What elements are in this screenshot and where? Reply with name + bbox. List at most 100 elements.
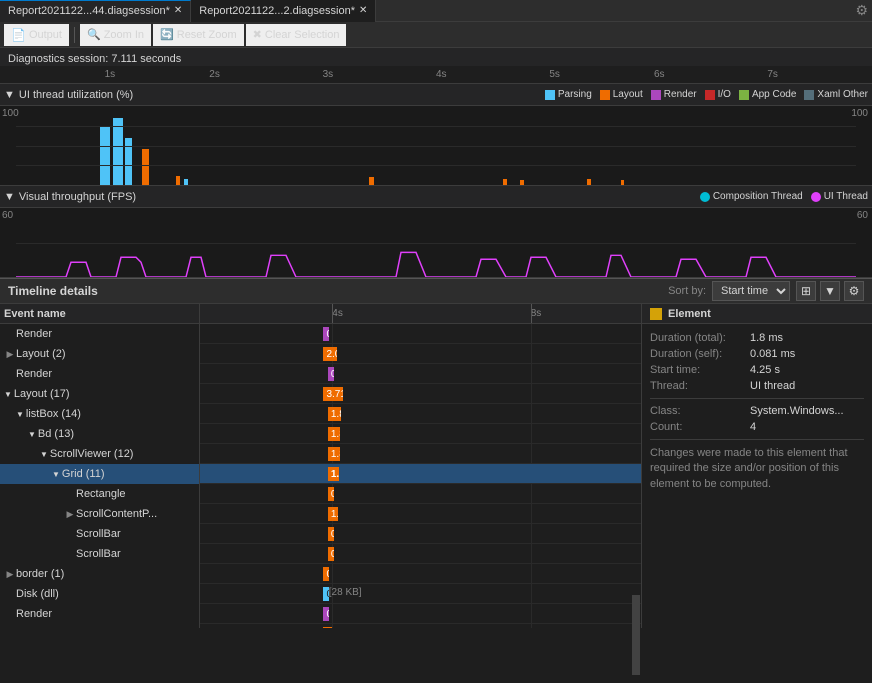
ui-bar-9 (520, 180, 524, 185)
tab-report2-close[interactable]: ✕ (359, 0, 367, 22)
clear-selection-button[interactable]: ✖ Clear Selection (246, 24, 347, 46)
event-row-render3[interactable]: Render (0, 604, 199, 624)
event-row-render2[interactable]: Render (0, 364, 199, 384)
event-expand-layout2[interactable]: ▶ (4, 348, 16, 360)
gantt-row-listbox[interactable]: 1.88 ms (0.023 ms) (200, 404, 641, 424)
event-expand-render1[interactable] (4, 328, 16, 340)
legend-xamlother-color (804, 90, 814, 100)
gantt-row-bd[interactable]: 1.86 ms (0.023 ms) (200, 424, 641, 444)
event-row-scrollcontentp[interactable]: ▶ ScrollContentP... (0, 504, 199, 524)
gantt-bar-layout17-label: 3.71 ms (1.73 ms) (326, 389, 343, 400)
output-button[interactable]: 📄 Output (4, 24, 69, 46)
legend-layout: Layout (600, 89, 643, 100)
fps-collapse-icon[interactable]: ▼ (4, 191, 15, 203)
gantt-row-grid[interactable]: 1.8 ms (0.081 ms) (200, 464, 641, 484)
event-row-bd[interactable]: ▼ Bd (13) (0, 424, 199, 444)
event-row-grid[interactable]: ▼ Grid (11) (0, 464, 199, 484)
gantt-bar-scrollviewer: 1.84 ms (0.039 ms) (328, 447, 340, 461)
ui-thread-collapse-icon[interactable]: ▼ (4, 89, 15, 101)
event-row-layout17[interactable]: ▼ Layout (17) (0, 384, 199, 404)
gantt-bar-layout2b: 0.37 ms (0.28 ms) (323, 627, 332, 628)
ui-thread-header-left: ▼ UI thread utilization (%) (4, 89, 133, 101)
diag-info: Diagnostics session: 7.111 seconds (0, 48, 872, 66)
gantt-row-scrollbar1[interactable]: 0.012 ms (200, 524, 641, 544)
gantt-bar-border: 0.089 ms (0.087 ms) (323, 567, 329, 581)
gantt-row-scrollcontentp[interactable]: 1.7 ms (0.051 ms) (200, 504, 641, 524)
detail-key-thread: Thread: (650, 380, 750, 392)
output-label: Output (29, 29, 62, 41)
tab-report1[interactable]: Report2021122...44.diagsession* ✕ (0, 0, 191, 22)
event-expand-scrollbar2[interactable] (64, 548, 76, 560)
event-row-disk[interactable]: Disk (dll) (0, 584, 199, 604)
timeline-title: Timeline details (8, 284, 98, 298)
event-expand-bd[interactable]: ▼ (28, 430, 36, 439)
detail-val-start-time: 4.25 s (750, 364, 780, 376)
reset-zoom-icon: 🔄 (160, 28, 174, 41)
sort-select[interactable]: Start time Duration Name (712, 281, 790, 301)
event-row-layout2b[interactable]: ▶ Layout (2) (0, 624, 199, 628)
detail-key-duration-total: Duration (total): (650, 332, 750, 344)
event-row-scrollviewer[interactable]: ▼ ScrollViewer (12) (0, 444, 199, 464)
gantt-row-layout17[interactable]: 3.71 ms (1.73 ms) (200, 384, 641, 404)
event-row-scrollbar1[interactable]: ScrollBar (0, 524, 199, 544)
event-row-border[interactable]: ▶ border (1) (0, 564, 199, 584)
toolbar: 📄 Output 🔍 Zoom In 🔄 Reset Zoom ✖ Clear … (0, 22, 872, 48)
gantt-row-render3[interactable]: 0.13 ms (200, 604, 641, 624)
event-expand-disk[interactable] (4, 588, 16, 600)
event-name-render2: Render (16, 368, 52, 380)
detail-divider2 (650, 439, 864, 440)
event-expand-render3[interactable] (4, 608, 16, 620)
event-row-layout2[interactable]: ▶ Layout (2) (0, 344, 199, 364)
filter-icon-button[interactable]: ▼ (820, 281, 840, 301)
detail-row-duration-total: Duration (total): 1.8 ms (650, 332, 864, 344)
event-row-render1[interactable]: Render (0, 324, 199, 344)
detail-key-start-time: Start time: (650, 364, 750, 376)
tab-bar: Report2021122...44.diagsession* ✕ Report… (0, 0, 872, 22)
gantt-row-scrollviewer[interactable]: 1.84 ms (0.039 ms) (200, 444, 641, 464)
ruler-tick-6s: 6s (654, 69, 665, 80)
tab-report2[interactable]: Report2021122...2.diagsession* ✕ (191, 0, 376, 22)
gantt-bar-layout2: 2.02 ms (1.73 ms) (323, 347, 336, 361)
event-expand-grid[interactable]: ▼ (52, 470, 60, 479)
gantt-scrollbar[interactable] (630, 595, 642, 675)
gantt-bar-bd-label: 1.86 ms (0.023 ms) (331, 429, 340, 440)
event-row-rectangle[interactable]: Rectangle (0, 484, 199, 504)
event-name-rectangle: Rectangle (76, 488, 126, 500)
gantt-bar-scrollbar2: 0.0056 ms (328, 547, 334, 561)
event-name-layout2: Layout (2) (16, 348, 66, 360)
event-expand-scrollbar1[interactable] (64, 528, 76, 540)
gantt-row-render2[interactable]: 0.24 ms (200, 364, 641, 384)
tab-report1-close[interactable]: ✕ (174, 0, 182, 22)
event-expand-rectangle[interactable] (64, 488, 76, 500)
zoom-in-button[interactable]: 🔍 Zoom In (80, 24, 151, 46)
gantt-scrollbar-thumb[interactable] (632, 595, 640, 675)
gantt-row-border[interactable]: 0.089 ms (0.087 ms) (200, 564, 641, 584)
ruler-tick-7s: 7s (767, 69, 778, 80)
gantt-row-scrollbar2[interactable]: 0.0056 ms (200, 544, 641, 564)
event-expand-border[interactable]: ▶ (4, 568, 16, 580)
legend-composition-color (700, 192, 710, 202)
gantt-row-rectangle[interactable]: 0.0052 ms (200, 484, 641, 504)
legend-appcode-color (739, 90, 749, 100)
legend-render: Render (651, 89, 697, 100)
gantt-row-disk[interactable]: 0.17 ms [28 KB] (200, 584, 641, 604)
timeline-section: Timeline details Sort by: Start time Dur… (0, 278, 872, 628)
gantt-row-layout2b[interactable]: 0.37 ms (0.28 ms) (200, 624, 641, 628)
legend-layout-label: Layout (613, 89, 643, 100)
event-name-scrollcontentp: ScrollContentP... (76, 508, 157, 520)
event-expand-layout17[interactable]: ▼ (4, 390, 12, 399)
event-expand-scrollviewer[interactable]: ▼ (40, 450, 48, 459)
reset-zoom-button[interactable]: 🔄 Reset Zoom (153, 24, 244, 46)
gantt-row-layout2[interactable]: 2.02 ms (1.73 ms) (200, 344, 641, 364)
event-expand-render2[interactable] (4, 368, 16, 380)
detail-row-count: Count: 4 (650, 421, 864, 433)
gantt-row-render1[interactable]: 0.54 ms (200, 324, 641, 344)
settings-icon-button[interactable]: ⚙ (844, 281, 864, 301)
event-expand-listbox[interactable]: ▼ (16, 410, 24, 419)
ui-bar-5 (176, 176, 180, 185)
event-row-listbox[interactable]: ▼ listBox (14) (0, 404, 199, 424)
event-row-scrollbar2[interactable]: ScrollBar (0, 544, 199, 564)
event-expand-scrollcontentp[interactable]: ▶ (64, 508, 76, 520)
group-icon-button[interactable]: ⊞ (796, 281, 816, 301)
settings-icon[interactable]: ⚙ (855, 2, 868, 19)
